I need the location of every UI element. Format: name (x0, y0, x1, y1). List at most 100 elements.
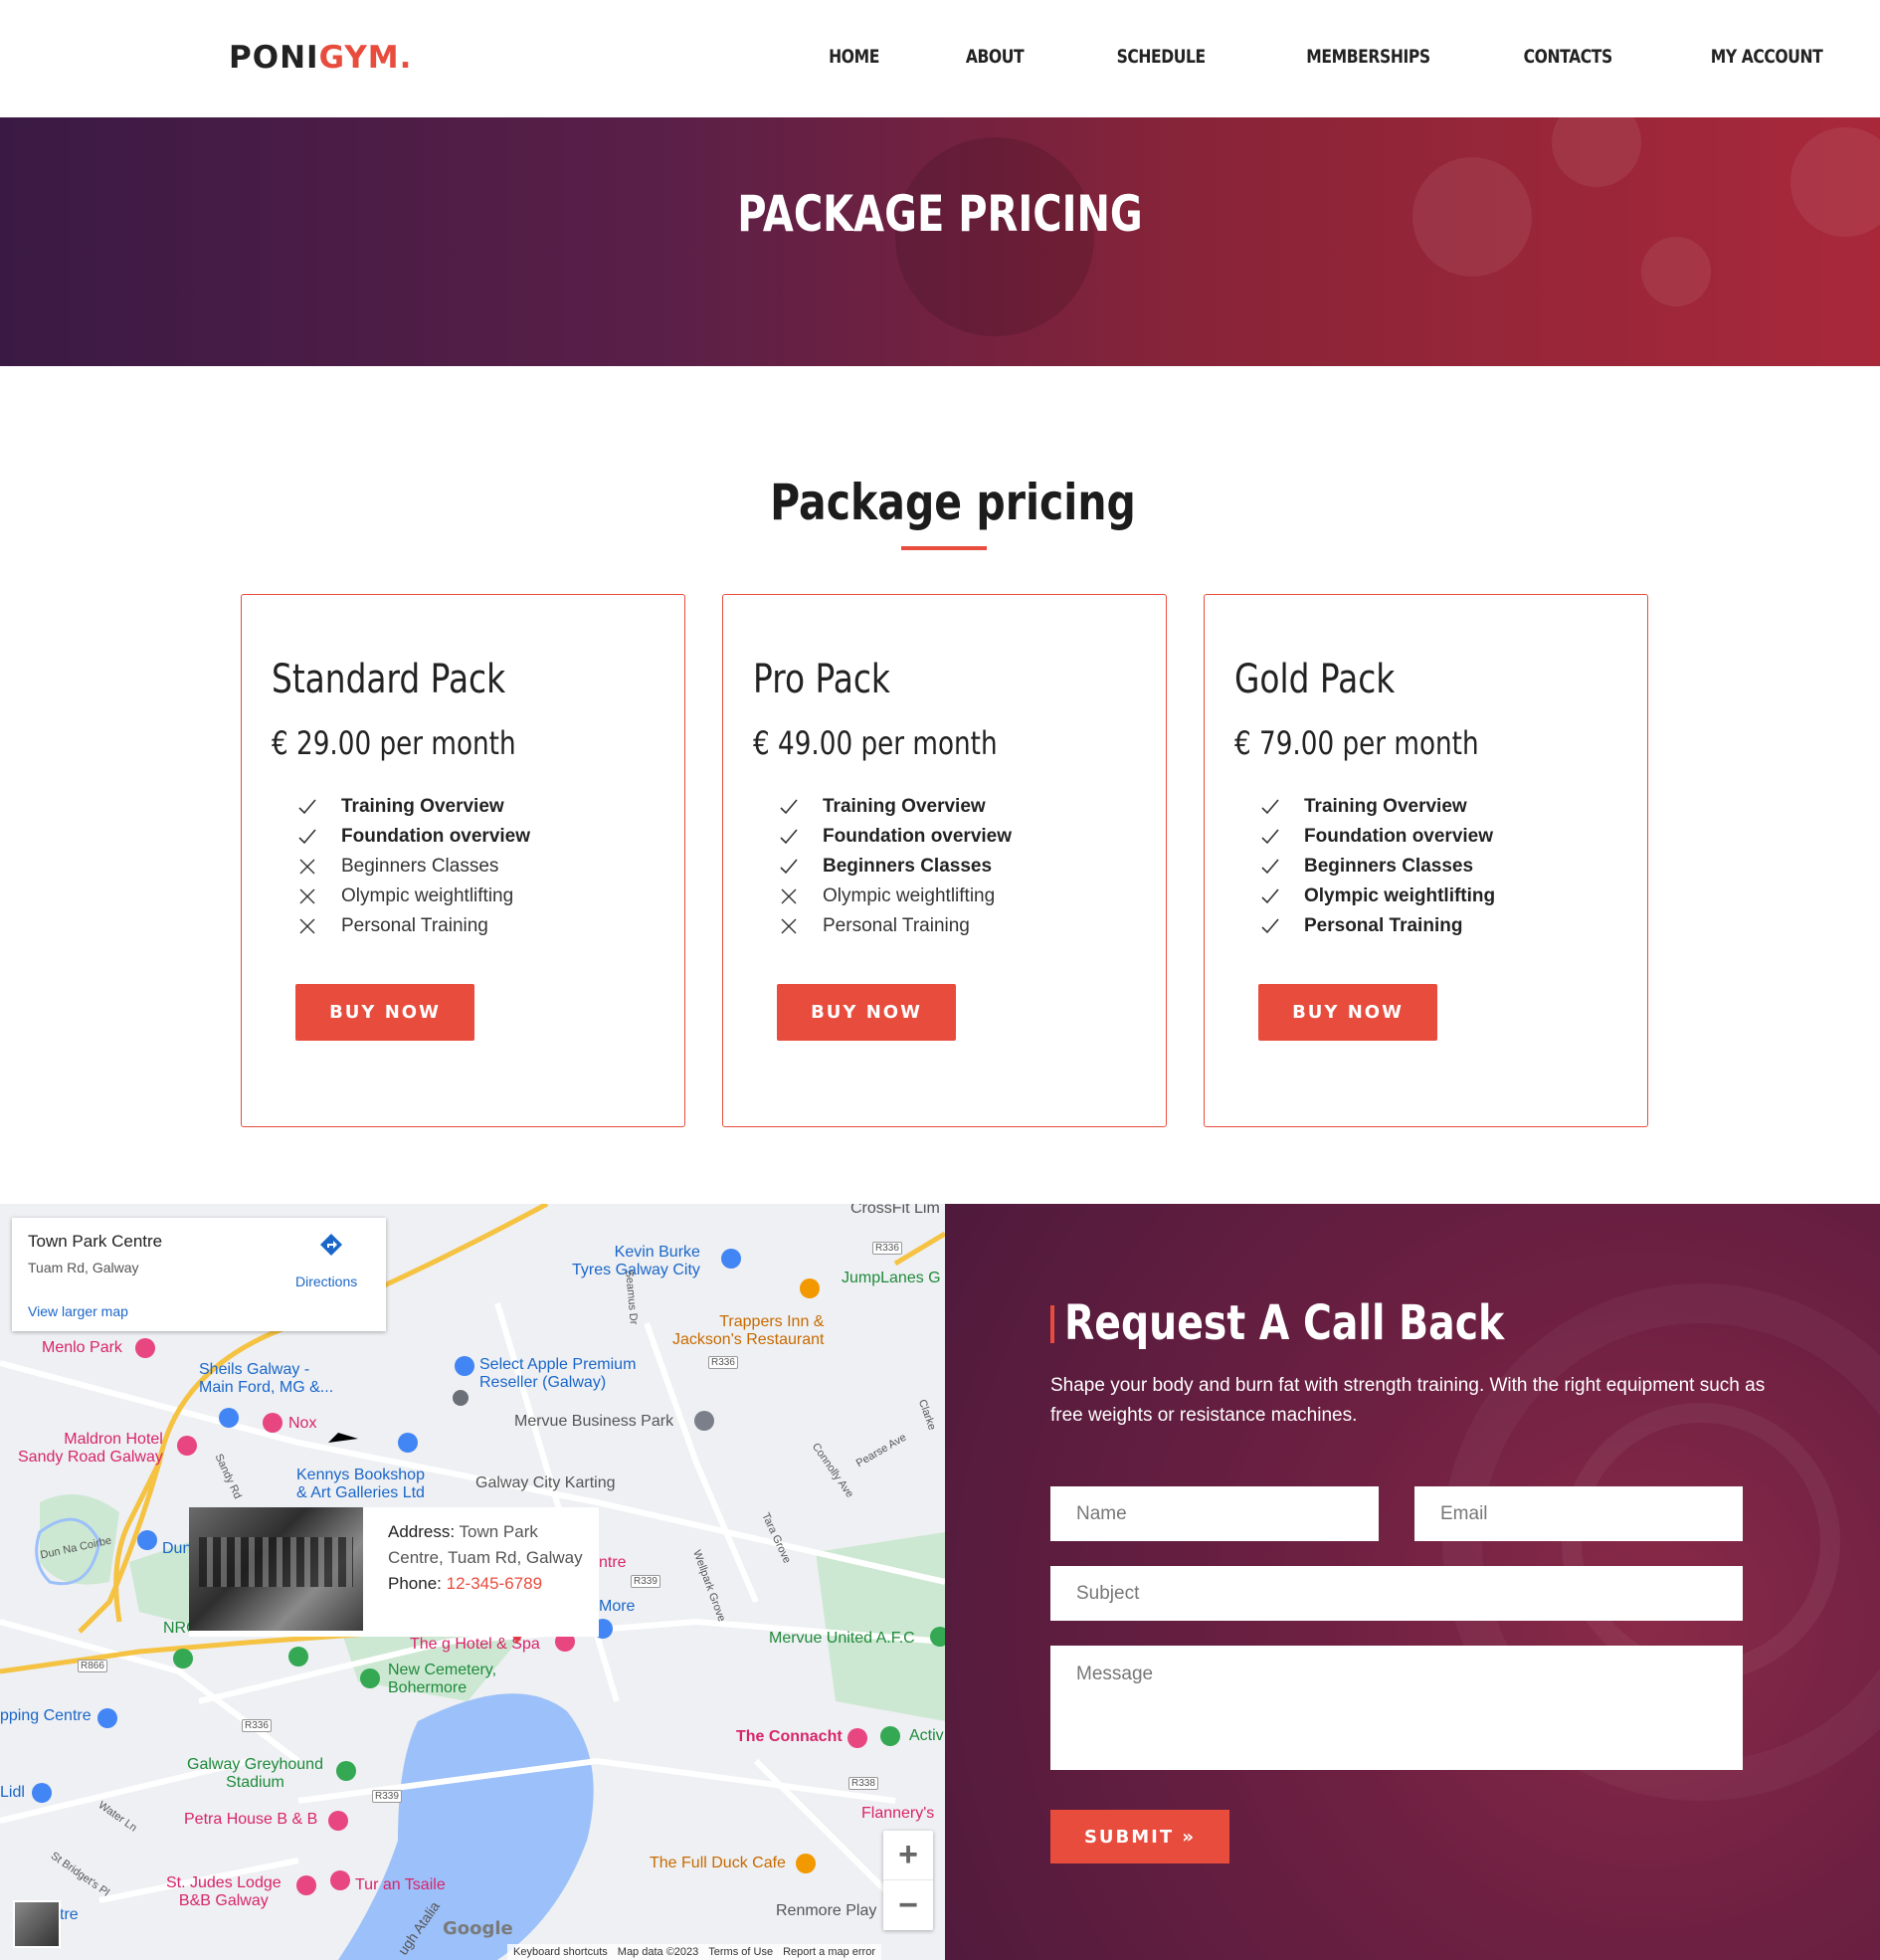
feature-item: Personal Training (777, 911, 1012, 941)
map-label: Petra House B & B (184, 1811, 318, 1828)
road-shield: R339 (372, 1790, 402, 1803)
map-layer-thumbnail[interactable] (13, 1900, 61, 1948)
phone-value[interactable]: 12-345-6789 (447, 1574, 542, 1593)
check-icon (1258, 855, 1282, 879)
feature-label: Foundation overview (1304, 826, 1494, 847)
map-label: Activ (909, 1727, 944, 1744)
location-map[interactable]: Town Park Centre Tuam Rd, Galway Directi… (0, 1204, 945, 1960)
hero-title: PACKAGE PRICING (737, 185, 1143, 243)
cross-icon (295, 914, 319, 938)
zoom-out-button[interactable]: − (883, 1880, 933, 1930)
check-icon (777, 825, 801, 849)
nav-memberships[interactable]: MEMBERSHIPS (1307, 46, 1431, 68)
cross-icon (777, 914, 801, 938)
callback-title: Request A Call Back (1064, 1295, 1505, 1351)
keyboard-shortcuts-link[interactable]: Keyboard shortcuts (513, 1946, 608, 1958)
package-price: € 49.00 per month (753, 724, 998, 762)
title-underline (901, 546, 987, 550)
logo-accent: GYM. (318, 40, 413, 76)
map-label: Kennys Bookshop & Art Galleries Ltd (296, 1467, 425, 1501)
check-icon (1258, 884, 1282, 908)
google-logo: Google (443, 1918, 513, 1939)
site-header: PONIGYM. HOME ABOUT SCHEDULE MEMBERSHIPS… (0, 0, 1880, 117)
nav-about[interactable]: ABOUT (966, 46, 1025, 68)
package-name: Standard Pack (272, 657, 506, 702)
feature-item: Beginners Classes (1258, 852, 1495, 882)
feature-label: Beginners Classes (1304, 856, 1474, 877)
nav-contacts[interactable]: CONTACTS (1523, 46, 1612, 68)
map-label: Galway City Karting (475, 1474, 616, 1491)
main-nav: HOME ABOUT SCHEDULE MEMBERSHIPS CONTACTS… (744, 46, 1822, 68)
road-shield: R336 (708, 1356, 738, 1369)
directions-link[interactable]: Directions (295, 1274, 357, 1289)
nav-home[interactable]: HOME (829, 46, 879, 68)
phone-label: Phone: (388, 1574, 442, 1593)
hero-banner: PACKAGE PRICING (0, 117, 1880, 366)
title-accent-bar (1050, 1305, 1054, 1343)
buy-now-button[interactable]: BUY NOW (295, 984, 474, 1041)
feature-list: Training Overview Foundation overview Be… (295, 792, 530, 941)
feature-label: Training Overview (341, 796, 504, 817)
feature-label: Personal Training (823, 915, 970, 936)
map-label: Nox (288, 1415, 317, 1432)
map-label: Mervue Business Park (514, 1413, 674, 1430)
map-label: Kevin Burke Tyres Galway City (572, 1244, 700, 1278)
feature-item: Olympic weightlifting (777, 882, 1012, 911)
feature-label: Personal Training (1304, 915, 1463, 936)
feature-label: Training Overview (823, 796, 986, 817)
package-name: Pro Pack (753, 657, 890, 702)
cross-icon (777, 884, 801, 908)
feature-item: Foundation overview (1258, 822, 1495, 852)
map-label: Maldron Hotel Sandy Road Galway (18, 1431, 163, 1466)
map-label: More (599, 1598, 636, 1615)
map-label: Mervue United A.F.C (769, 1630, 915, 1647)
map-label: Galway Greyhound Stadium (187, 1756, 323, 1791)
map-label: ntre (599, 1554, 627, 1571)
map-label: pping Centre (0, 1707, 92, 1724)
zoom-in-button[interactable]: + (883, 1831, 933, 1880)
email-field[interactable] (1414, 1486, 1743, 1541)
feature-item: Training Overview (295, 792, 530, 822)
check-icon (295, 825, 319, 849)
map-label: Select Apple Premium Reseller (Galway) (479, 1356, 637, 1391)
hero-bokeh (1552, 117, 1641, 187)
feature-label: Personal Training (341, 915, 488, 936)
road-shield: R336 (242, 1719, 272, 1732)
directions-icon[interactable] (318, 1232, 344, 1258)
map-label: Tur an Tsaile (355, 1876, 446, 1893)
logo-main: PONI (229, 40, 319, 76)
buy-now-button[interactable]: BUY NOW (777, 984, 956, 1041)
map-label: Dun (162, 1540, 192, 1557)
view-larger-map-link[interactable]: View larger map (28, 1303, 128, 1319)
package-name: Gold Pack (1234, 657, 1396, 702)
buy-now-button[interactable]: BUY NOW (1258, 984, 1437, 1041)
feature-label: Olympic weightlifting (341, 885, 514, 906)
hero-bokeh (1790, 127, 1880, 237)
feature-item: Beginners Classes (295, 852, 530, 882)
check-icon (1258, 825, 1282, 849)
name-field[interactable] (1050, 1486, 1379, 1541)
map-label: Renmore Play (776, 1902, 877, 1919)
check-icon (1258, 795, 1282, 819)
submit-button[interactable]: SUBMIT » (1050, 1810, 1229, 1863)
terms-link[interactable]: Terms of Use (708, 1946, 773, 1958)
map-data-text: Map data ©2023 (617, 1946, 699, 1958)
feature-item: Olympic weightlifting (1258, 882, 1495, 911)
nav-my-account[interactable]: MY ACCOUNT (1710, 46, 1822, 68)
info-text: Address: Town Park Centre, Tuam Rd, Galw… (388, 1519, 587, 1597)
feature-label: Foundation overview (341, 826, 531, 847)
feature-label: Olympic weightlifting (823, 885, 996, 906)
check-icon (777, 855, 801, 879)
hero-bokeh (1641, 237, 1711, 306)
logo[interactable]: PONIGYM. (229, 40, 412, 76)
report-error-link[interactable]: Report a map error (783, 1946, 875, 1958)
cross-icon (295, 884, 319, 908)
feature-item: Training Overview (1258, 792, 1495, 822)
feature-label: Beginners Classes (823, 856, 993, 877)
feature-list: Training Overview Foundation overview Be… (1258, 792, 1495, 941)
cross-icon (295, 855, 319, 879)
message-field[interactable] (1050, 1646, 1743, 1770)
feature-item: Personal Training (295, 911, 530, 941)
subject-field[interactable] (1050, 1566, 1743, 1621)
nav-schedule[interactable]: SCHEDULE (1117, 46, 1207, 68)
